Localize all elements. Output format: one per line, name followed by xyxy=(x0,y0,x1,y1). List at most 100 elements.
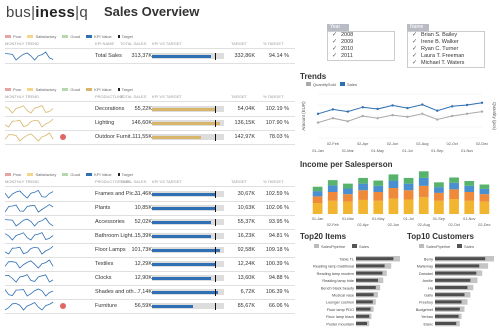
bar-sales[interactable] xyxy=(356,300,373,304)
data-point[interactable] xyxy=(331,117,335,120)
bar-segment[interactable] xyxy=(434,187,444,193)
bar-sales[interactable] xyxy=(356,322,367,325)
bar-segment[interactable] xyxy=(464,192,475,201)
bar-segment[interactable] xyxy=(403,190,414,200)
bar-sales[interactable] xyxy=(435,322,457,325)
year-filter[interactable]: Year ✓ 2008 ✓ 2009 ✓ 2010 ✓ 2011 xyxy=(327,24,395,61)
data-point[interactable] xyxy=(480,110,484,113)
table-row[interactable]: Shades and oth... 7,14K 6,72K 106.39 % xyxy=(5,286,295,298)
filter-option[interactable]: ✓ 2010 xyxy=(328,46,394,53)
table-row[interactable]: Floor Lamps 101,73K 92,58K 109.18 % xyxy=(5,244,295,256)
bar-segment[interactable] xyxy=(312,186,323,192)
bar-segment[interactable] xyxy=(434,192,444,201)
bar-segment[interactable] xyxy=(373,192,384,201)
column-header-target[interactable]: TARGET xyxy=(231,41,247,46)
bar-segment[interactable] xyxy=(388,174,399,181)
bar-segment[interactable] xyxy=(434,200,444,214)
column-header-target[interactable]: TARGET xyxy=(231,94,247,99)
bar-segment[interactable] xyxy=(479,188,490,195)
data-point[interactable] xyxy=(421,112,424,115)
data-point[interactable] xyxy=(406,106,409,110)
bar-segment[interactable] xyxy=(343,201,353,214)
salesperson-filter[interactable]: Name ✓ Brian S. Bailey ✓ Irene B. Walker ✓ Ry… xyxy=(407,24,485,68)
bar-segment[interactable] xyxy=(388,180,399,189)
data-point[interactable] xyxy=(346,110,350,113)
data-point[interactable] xyxy=(346,120,350,123)
bar-segment[interactable] xyxy=(358,199,368,214)
bar-segment[interactable] xyxy=(327,200,338,214)
column-header-pct[interactable]: % TARGET xyxy=(263,94,284,99)
bar-sales[interactable] xyxy=(356,314,370,318)
filter-option[interactable]: ✓ Laura T. Freeman xyxy=(408,53,484,60)
bar-segment[interactable] xyxy=(388,188,399,199)
bar-sales[interactable] xyxy=(435,257,486,261)
column-header-kpi[interactable]: KPI VS TARGET xyxy=(152,94,182,99)
column-header-total[interactable]: TOTAL SALES xyxy=(120,179,146,184)
bar-segment[interactable] xyxy=(434,182,444,188)
bar-sales[interactable] xyxy=(356,264,385,268)
bar-segment[interactable] xyxy=(418,177,429,186)
bar-sales[interactable] xyxy=(435,293,465,297)
column-header-kpi[interactable]: KPI VS TARGET xyxy=(152,41,182,46)
data-point[interactable] xyxy=(361,106,364,109)
data-point[interactable] xyxy=(361,114,364,118)
column-header-total[interactable]: TOTAL SALES xyxy=(120,94,146,99)
bar-sales[interactable] xyxy=(435,264,480,268)
salesperson-filter-list[interactable]: ✓ Brian S. Bailey ✓ Irene B. Walker ✓ Ryan C.… xyxy=(407,31,485,68)
bar-segment[interactable] xyxy=(312,191,323,197)
bar-sales[interactable] xyxy=(435,300,462,304)
bar-segment[interactable] xyxy=(343,183,353,189)
table-row[interactable]: Bathroom Light... 15,39K 16,23K 94.81 % xyxy=(5,230,295,242)
bar-segment[interactable] xyxy=(479,184,490,189)
bar-segment[interactable] xyxy=(449,199,459,214)
bar-segment[interactable] xyxy=(403,177,414,184)
data-point[interactable] xyxy=(391,113,394,117)
bar-segment[interactable] xyxy=(327,192,338,201)
column-header-kpi[interactable]: KPI VS TARGET xyxy=(152,179,182,184)
table-row[interactable]: Total Sales 313,37K 332,86K 94.14 % xyxy=(5,50,295,62)
column-header-trend[interactable]: MONTHLY TREND xyxy=(5,94,39,99)
data-point[interactable] xyxy=(331,108,335,111)
bar-segment[interactable] xyxy=(479,194,490,202)
table-row[interactable]: Textiles 12,29K 12,24K 100.39 % xyxy=(5,258,295,270)
column-header-total[interactable]: TOTAL SALES xyxy=(120,41,146,46)
data-point[interactable] xyxy=(465,103,469,107)
filter-option[interactable]: ✓ 2008 xyxy=(328,32,394,39)
bar-segment[interactable] xyxy=(373,185,384,192)
bar-segment[interactable] xyxy=(418,185,429,198)
data-point[interactable] xyxy=(436,109,439,112)
data-point[interactable] xyxy=(406,115,409,119)
bar-sales[interactable] xyxy=(356,286,376,289)
bar-segment[interactable] xyxy=(464,200,475,214)
bar-sales[interactable] xyxy=(356,293,374,297)
table-row[interactable]: Outdoor Furnit... 111,55K 142,97K 78.03 % xyxy=(5,131,295,143)
bar-sales[interactable] xyxy=(356,271,383,275)
bar-segment[interactable] xyxy=(358,190,368,200)
table-row[interactable]: Frames and Pic... 31,46K 30,67K 102.59 % xyxy=(5,188,295,200)
data-point[interactable] xyxy=(391,104,394,107)
bar-sales[interactable] xyxy=(435,286,468,289)
data-point[interactable] xyxy=(376,107,379,111)
bar-sales[interactable] xyxy=(356,278,378,282)
data-point[interactable] xyxy=(421,103,424,106)
bar-segment[interactable] xyxy=(388,198,399,214)
bar-segment[interactable] xyxy=(418,171,429,178)
filter-option[interactable]: ✓ 2009 xyxy=(328,39,394,46)
bar-segment[interactable] xyxy=(327,180,338,186)
table-row[interactable]: Lighting 146,60K 136,15K 107.90 % xyxy=(5,117,295,129)
bar-segment[interactable] xyxy=(449,182,459,190)
bar-segment[interactable] xyxy=(312,196,323,203)
bar-segment[interactable] xyxy=(343,188,353,195)
data-point[interactable] xyxy=(465,112,469,115)
year-filter-list[interactable]: ✓ 2008 ✓ 2009 ✓ 2010 ✓ 2011 xyxy=(327,31,395,61)
bar-segment[interactable] xyxy=(418,197,429,214)
bar-sales[interactable] xyxy=(356,307,371,311)
bar-sales[interactable] xyxy=(435,278,471,282)
bar-segment[interactable] xyxy=(358,183,368,191)
column-header-pct[interactable]: % TARGET xyxy=(263,179,284,184)
column-header-pct[interactable]: % TARGET xyxy=(263,41,284,46)
data-point[interactable] xyxy=(436,118,439,121)
bar-segment[interactable] xyxy=(343,194,353,202)
bar-segment[interactable] xyxy=(312,203,323,214)
column-header-trend[interactable]: MONTHLY TREND xyxy=(5,179,39,184)
